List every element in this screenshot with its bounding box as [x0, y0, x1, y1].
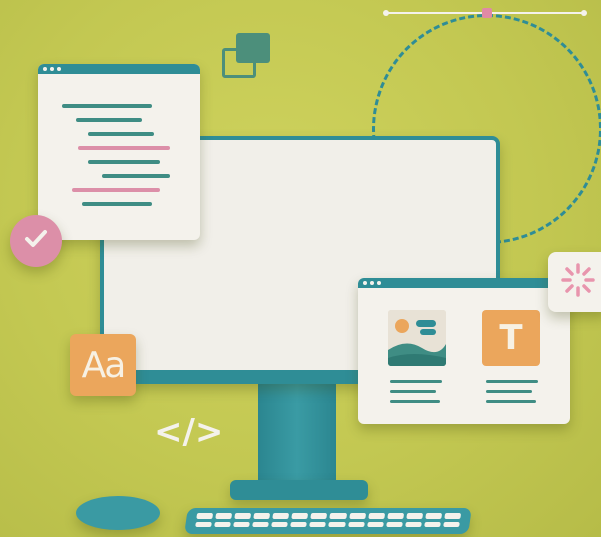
- bezier-node-left: [383, 10, 389, 16]
- window-dot: [50, 67, 54, 71]
- typography-card: Aa: [70, 334, 136, 396]
- keyboard-key: [347, 521, 365, 527]
- image-placeholder-icon: [388, 310, 446, 366]
- window-dot: [57, 67, 61, 71]
- window-dot: [363, 281, 367, 285]
- keyboard-key: [404, 521, 422, 527]
- keyboard-key: [253, 513, 271, 519]
- keyboard-key: [424, 521, 441, 527]
- code-line: [102, 174, 170, 178]
- window-dot: [43, 67, 47, 71]
- keyboard-key: [406, 513, 423, 519]
- keyboard-key: [366, 521, 384, 527]
- keyboard-key: [348, 513, 366, 519]
- keyboard-key: [195, 521, 212, 527]
- window-title-bar: [38, 64, 200, 74]
- text-card: T: [482, 310, 540, 366]
- illustration-scene: Aa </> T: [0, 0, 601, 537]
- keyboard-key: [310, 513, 328, 519]
- keyboard-key: [214, 521, 232, 527]
- keyboard-key: [233, 521, 251, 527]
- code-line: [88, 160, 160, 164]
- code-line: [62, 104, 152, 108]
- keyboard-key: [387, 513, 404, 519]
- keyboard-key: [425, 513, 443, 519]
- text-line: [486, 400, 536, 403]
- keyboard-key: [309, 521, 327, 527]
- text-line: [390, 380, 442, 383]
- keyboard: [184, 508, 472, 534]
- keyboard-key: [329, 513, 347, 519]
- mouse: [76, 496, 160, 530]
- keyboard-key: [272, 513, 290, 519]
- window-title-bar: [358, 278, 570, 288]
- keyboard-key: [291, 513, 309, 519]
- bezier-node-right: [581, 10, 587, 16]
- keyboard-key: [444, 513, 462, 519]
- keyboard-keys: [195, 513, 462, 527]
- keyboard-key: [215, 513, 233, 519]
- typography-label: Aa: [81, 344, 127, 386]
- keyboard-key: [196, 513, 214, 519]
- text-card-label: T: [499, 318, 523, 358]
- keyboard-key: [271, 521, 289, 527]
- text-line: [486, 390, 532, 393]
- text-line: [486, 380, 538, 383]
- window-dot: [370, 281, 374, 285]
- code-editor-window: [38, 64, 200, 240]
- keyboard-key: [252, 521, 270, 527]
- check-icon: [21, 224, 51, 258]
- code-line: [88, 132, 154, 136]
- media-layout-window: T: [358, 278, 570, 424]
- keyboard-key: [367, 513, 385, 519]
- code-lines: [38, 74, 200, 206]
- loading-spinner-icon: [560, 262, 596, 302]
- text-line: [390, 390, 436, 393]
- filled-square-shape: [236, 33, 270, 63]
- code-line: [72, 188, 160, 192]
- window-dot: [377, 281, 381, 285]
- code-line: [76, 118, 142, 122]
- bezier-anchor-point: [482, 8, 492, 18]
- loading-card: [548, 252, 601, 312]
- code-line: [82, 202, 152, 206]
- monitor-stand-neck: [258, 380, 336, 484]
- keyboard-key: [385, 521, 403, 527]
- keyboard-key: [234, 513, 252, 519]
- text-line: [390, 400, 440, 403]
- code-tag-symbol: </>: [154, 412, 224, 452]
- keyboard-key: [443, 521, 460, 527]
- keyboard-key: [328, 521, 346, 527]
- code-line: [78, 146, 170, 150]
- monitor-stand-base: [230, 480, 368, 500]
- keyboard-key: [290, 521, 308, 527]
- check-badge: [10, 215, 62, 267]
